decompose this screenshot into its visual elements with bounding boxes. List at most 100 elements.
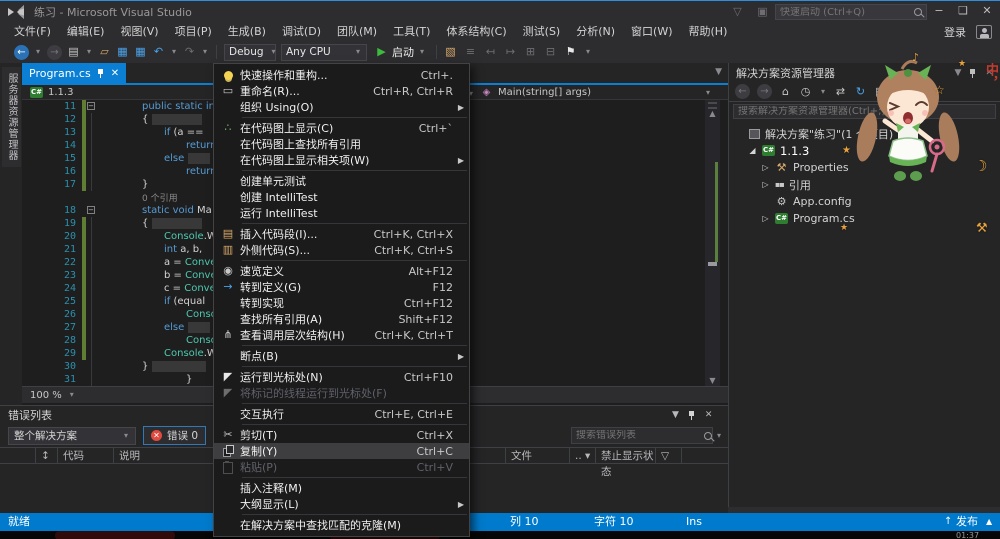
- panel-dropdown-icon[interactable]: ▼: [672, 410, 679, 420]
- context-menu-item[interactable]: 创建 IntelliTest: [214, 189, 469, 205]
- editor-vertical-scrollbar[interactable]: ▲ ▼: [705, 100, 720, 386]
- find-in-files-icon[interactable]: ▧: [444, 45, 457, 59]
- context-menu-item[interactable]: ⋔ 查看调用层次结构(H) Ctrl+K, Ctrl+T: [214, 327, 469, 343]
- pin-icon[interactable]: [97, 68, 105, 78]
- save-all-icon[interactable]: ▦: [134, 45, 147, 59]
- back-icon[interactable]: ←: [14, 44, 29, 60]
- tab-program-cs[interactable]: Program.cs ✕: [22, 63, 127, 83]
- context-menu-item[interactable]: 复制(Y) Ctrl+C: [214, 443, 469, 459]
- back-icon-dim[interactable]: ←: [735, 84, 750, 99]
- context-menu-item[interactable]: ◤ 运行到光标处(N) Ctrl+F10: [214, 369, 469, 385]
- panel-close-icon[interactable]: ✕: [705, 410, 713, 420]
- context-menu-item[interactable]: 查找所有引用(A) Shift+F12: [214, 311, 469, 327]
- menubar-item[interactable]: 编辑(E): [59, 23, 113, 41]
- context-menu-item[interactable]: 在代码图上查找所有引用: [214, 136, 469, 152]
- splitter-handle[interactable]: [708, 102, 717, 109]
- context-menu-item[interactable]: 插入注释(M): [214, 480, 469, 496]
- home-icon[interactable]: ⌂: [779, 85, 792, 99]
- refresh-icon[interactable]: ↻: [854, 85, 867, 99]
- context-menu-item[interactable]: ▤ 插入代码段(I)... Ctrl+K, Ctrl+X: [214, 226, 469, 242]
- toolbar-options-icon[interactable]: ≡: [464, 45, 477, 59]
- context-menu-item[interactable]: 在代码图上显示相关项(W) ▶: [214, 152, 469, 168]
- menubar-item[interactable]: 帮助(H): [681, 23, 736, 41]
- menubar-item[interactable]: 调试(D): [274, 23, 329, 41]
- pending-changes-filter-icon[interactable]: ◷: [799, 85, 812, 99]
- maximize-button[interactable]: ❑: [952, 1, 974, 21]
- search-dropdown-icon[interactable]: ▾: [715, 429, 723, 443]
- publish-button[interactable]: 发布: [956, 513, 978, 531]
- send-feedback-icon[interactable]: ▣: [756, 5, 769, 19]
- menubar-item[interactable]: 视图(V): [112, 23, 166, 41]
- context-menu-item[interactable]: ∴ 在代码图上显示(C) Ctrl+`: [214, 120, 469, 136]
- solution-search-box[interactable]: [733, 104, 996, 119]
- start-debugging-button[interactable]: ▶ 启动 ▾: [372, 44, 429, 60]
- menubar-item[interactable]: 窗口(W): [623, 23, 680, 41]
- context-menu-item[interactable]: 交互执行 Ctrl+E, Ctrl+E: [214, 406, 469, 422]
- column-header-file-column[interactable]: 文件: [506, 448, 570, 464]
- quick-launch-input[interactable]: [780, 6, 910, 18]
- tree-item-1.1.3[interactable]: ◢ C# 1.1.3: [729, 142, 1000, 159]
- new-item-icon[interactable]: ▤: [67, 45, 80, 59]
- comment-icon[interactable]: ⊞: [524, 45, 537, 59]
- column-header-sort-column[interactable]: ↕: [36, 448, 58, 464]
- solution-configurations-dropdown[interactable]: Debug ▾: [224, 43, 276, 61]
- column-header-suppression-column[interactable]: 禁止显示状态: [596, 448, 656, 478]
- tab-close-icon[interactable]: ✕: [111, 68, 119, 79]
- context-menu-item[interactable]: 运行 IntelliTest: [214, 205, 469, 221]
- tree-item--1-[interactable]: 解决方案"练习"(1 个项目): [729, 125, 1000, 142]
- context-menu-item[interactable]: 组织 Using(O) ▶: [214, 99, 469, 115]
- forward-icon-dim[interactable]: →: [757, 84, 772, 99]
- sync-active-document-icon[interactable]: ⇄: [834, 85, 847, 99]
- user-avatar-icon[interactable]: [976, 25, 992, 39]
- project-dropdown[interactable]: 1.1.3: [48, 87, 73, 98]
- context-menu-item[interactable]: 创建单元测试: [214, 173, 469, 189]
- collapse-all-icon[interactable]: ⊟: [894, 85, 907, 99]
- menubar-item[interactable]: 项目(P): [167, 23, 220, 41]
- context-menu-item[interactable]: 在解决方案中查找匹配的克隆(M): [214, 517, 469, 533]
- back-history-dropdown-icon[interactable]: ▾: [34, 45, 42, 59]
- menubar-item[interactable]: 工具(T): [385, 23, 438, 41]
- collapsed-arrow-icon[interactable]: ▷: [761, 180, 770, 189]
- pin-icon[interactable]: [688, 410, 696, 420]
- navigate-forward-icon[interactable]: ↦: [504, 45, 517, 59]
- bookmark-icon[interactable]: ⚑: [564, 45, 577, 59]
- sign-in-link[interactable]: 登录: [944, 24, 966, 40]
- context-menu-item[interactable]: ▥ 外侧代码(S)... Ctrl+K, Ctrl+S: [214, 242, 469, 258]
- publish-expand-icon[interactable]: ▲: [986, 513, 992, 531]
- scroll-down-icon[interactable]: ▼: [705, 376, 720, 385]
- solution-platforms-dropdown[interactable]: Any CPU ▾: [281, 43, 367, 61]
- new-item-dropdown-icon[interactable]: ▾: [85, 45, 93, 59]
- filter-dropdown-icon[interactable]: ▾: [819, 85, 827, 99]
- error-scope-dropdown[interactable]: 整个解决方案 ▾: [8, 426, 136, 445]
- context-menu-item[interactable]: ◉ 速览定义 Alt+F12: [214, 263, 469, 279]
- menubar-item[interactable]: 生成(B): [220, 23, 274, 41]
- outline-margin[interactable]: −: [86, 100, 98, 113]
- context-menu-item[interactable]: 转到实现 Ctrl+F12: [214, 295, 469, 311]
- errors-filter-button[interactable]: ✕ 错误 0: [143, 426, 207, 445]
- codelens-references-link[interactable]: 0 个引用: [142, 191, 178, 204]
- menubar-item[interactable]: 团队(M): [329, 23, 385, 41]
- tree-item-program.cs[interactable]: ▷ C# Program.cs: [729, 210, 1000, 227]
- column-header-filter-column[interactable]: ▽: [656, 448, 682, 464]
- bookmark-dropdown-icon[interactable]: ▾: [584, 45, 592, 59]
- scrollbar-thumb[interactable]: [708, 262, 717, 266]
- collapsed-arrow-icon[interactable]: ▷: [761, 214, 770, 223]
- save-icon[interactable]: ▦: [116, 45, 129, 59]
- error-list-search-box[interactable]: ▾: [571, 427, 721, 444]
- minimize-button[interactable]: −: [928, 1, 950, 21]
- redo-dropdown-icon[interactable]: ▾: [201, 45, 209, 59]
- scroll-up-icon[interactable]: ▲: [705, 109, 720, 119]
- tab-list-chevron-icon[interactable]: ▼: [715, 67, 722, 77]
- collapsed-arrow-icon[interactable]: ▷: [761, 163, 770, 172]
- members-dropdown-icon[interactable]: ▾: [704, 86, 712, 100]
- tree-item-app.config[interactable]: ⚙ App.config: [729, 193, 1000, 210]
- server-explorer-vertical-tab[interactable]: 服务器资源管理器: [2, 67, 21, 167]
- column-header-severity-column[interactable]: [0, 448, 36, 464]
- menubar-item[interactable]: 测试(S): [515, 23, 569, 41]
- context-menu-item[interactable]: 快速操作和重构... Ctrl+.: [214, 67, 469, 83]
- error-search-input[interactable]: [576, 430, 701, 441]
- context-menu-item[interactable]: 断点(B) ▶: [214, 348, 469, 364]
- context-menu-item[interactable]: ▭ 重命名(R)... Ctrl+R, Ctrl+R: [214, 83, 469, 99]
- tree-item-properties[interactable]: ▷ ⚒ Properties: [729, 159, 1000, 176]
- show-all-files-icon[interactable]: ▤: [874, 85, 887, 99]
